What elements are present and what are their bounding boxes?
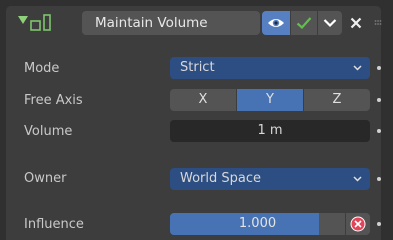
close-x-icon <box>350 17 362 29</box>
disable-keep-offset-button[interactable] <box>346 213 370 235</box>
chevron-down-icon <box>323 19 337 28</box>
visibility-toggle[interactable] <box>262 11 290 35</box>
maintain-volume-constraint-icon <box>30 14 51 31</box>
checkmark-icon <box>296 17 312 30</box>
owner-label: Owner <box>24 171 67 186</box>
owner-value: World Space <box>180 171 262 186</box>
mode-label: Mode <box>24 61 60 76</box>
free-axis-x-button[interactable]: X <box>170 89 236 111</box>
animate-property-dot[interactable] <box>377 177 381 181</box>
influence-value: 1.000 <box>238 216 277 231</box>
owner-dropdown[interactable]: World Space <box>170 168 370 190</box>
free-axis-y-button[interactable]: Y <box>237 89 303 111</box>
chevron-down-icon <box>353 65 362 71</box>
reset-x-circle-icon <box>350 216 366 232</box>
influence-slider[interactable]: 1.000 <box>170 213 345 235</box>
animate-property-dot[interactable] <box>377 98 381 102</box>
free-axis-z-button[interactable]: Z <box>304 89 370 111</box>
eye-icon <box>268 19 284 27</box>
disclosure-triangle-icon[interactable] <box>18 16 28 24</box>
volume-label: Volume <box>24 124 73 139</box>
delete-constraint-button[interactable] <box>346 11 366 35</box>
constraint-panel: Maintain Volume Mode Strict Free Axis X … <box>6 6 382 240</box>
volume-field[interactable]: 1 m <box>170 120 370 142</box>
free-axis-selector: X Y Z <box>170 89 370 111</box>
mode-value: Strict <box>180 60 215 75</box>
grip-dots-icon[interactable] <box>374 19 382 27</box>
free-axis-label: Free Axis <box>24 93 83 108</box>
constraint-menu-button[interactable] <box>318 11 342 35</box>
influence-label: Influence <box>24 217 84 232</box>
mode-dropdown[interactable]: Strict <box>170 57 370 79</box>
constraint-header: Maintain Volume <box>6 6 382 40</box>
chevron-down-icon <box>353 176 362 182</box>
enable-toggle[interactable] <box>291 11 317 35</box>
animate-property-dot[interactable] <box>377 222 381 226</box>
constraint-name-field[interactable]: Maintain Volume <box>82 11 260 35</box>
animate-property-dot[interactable] <box>377 66 381 70</box>
animate-property-dot[interactable] <box>377 129 381 133</box>
